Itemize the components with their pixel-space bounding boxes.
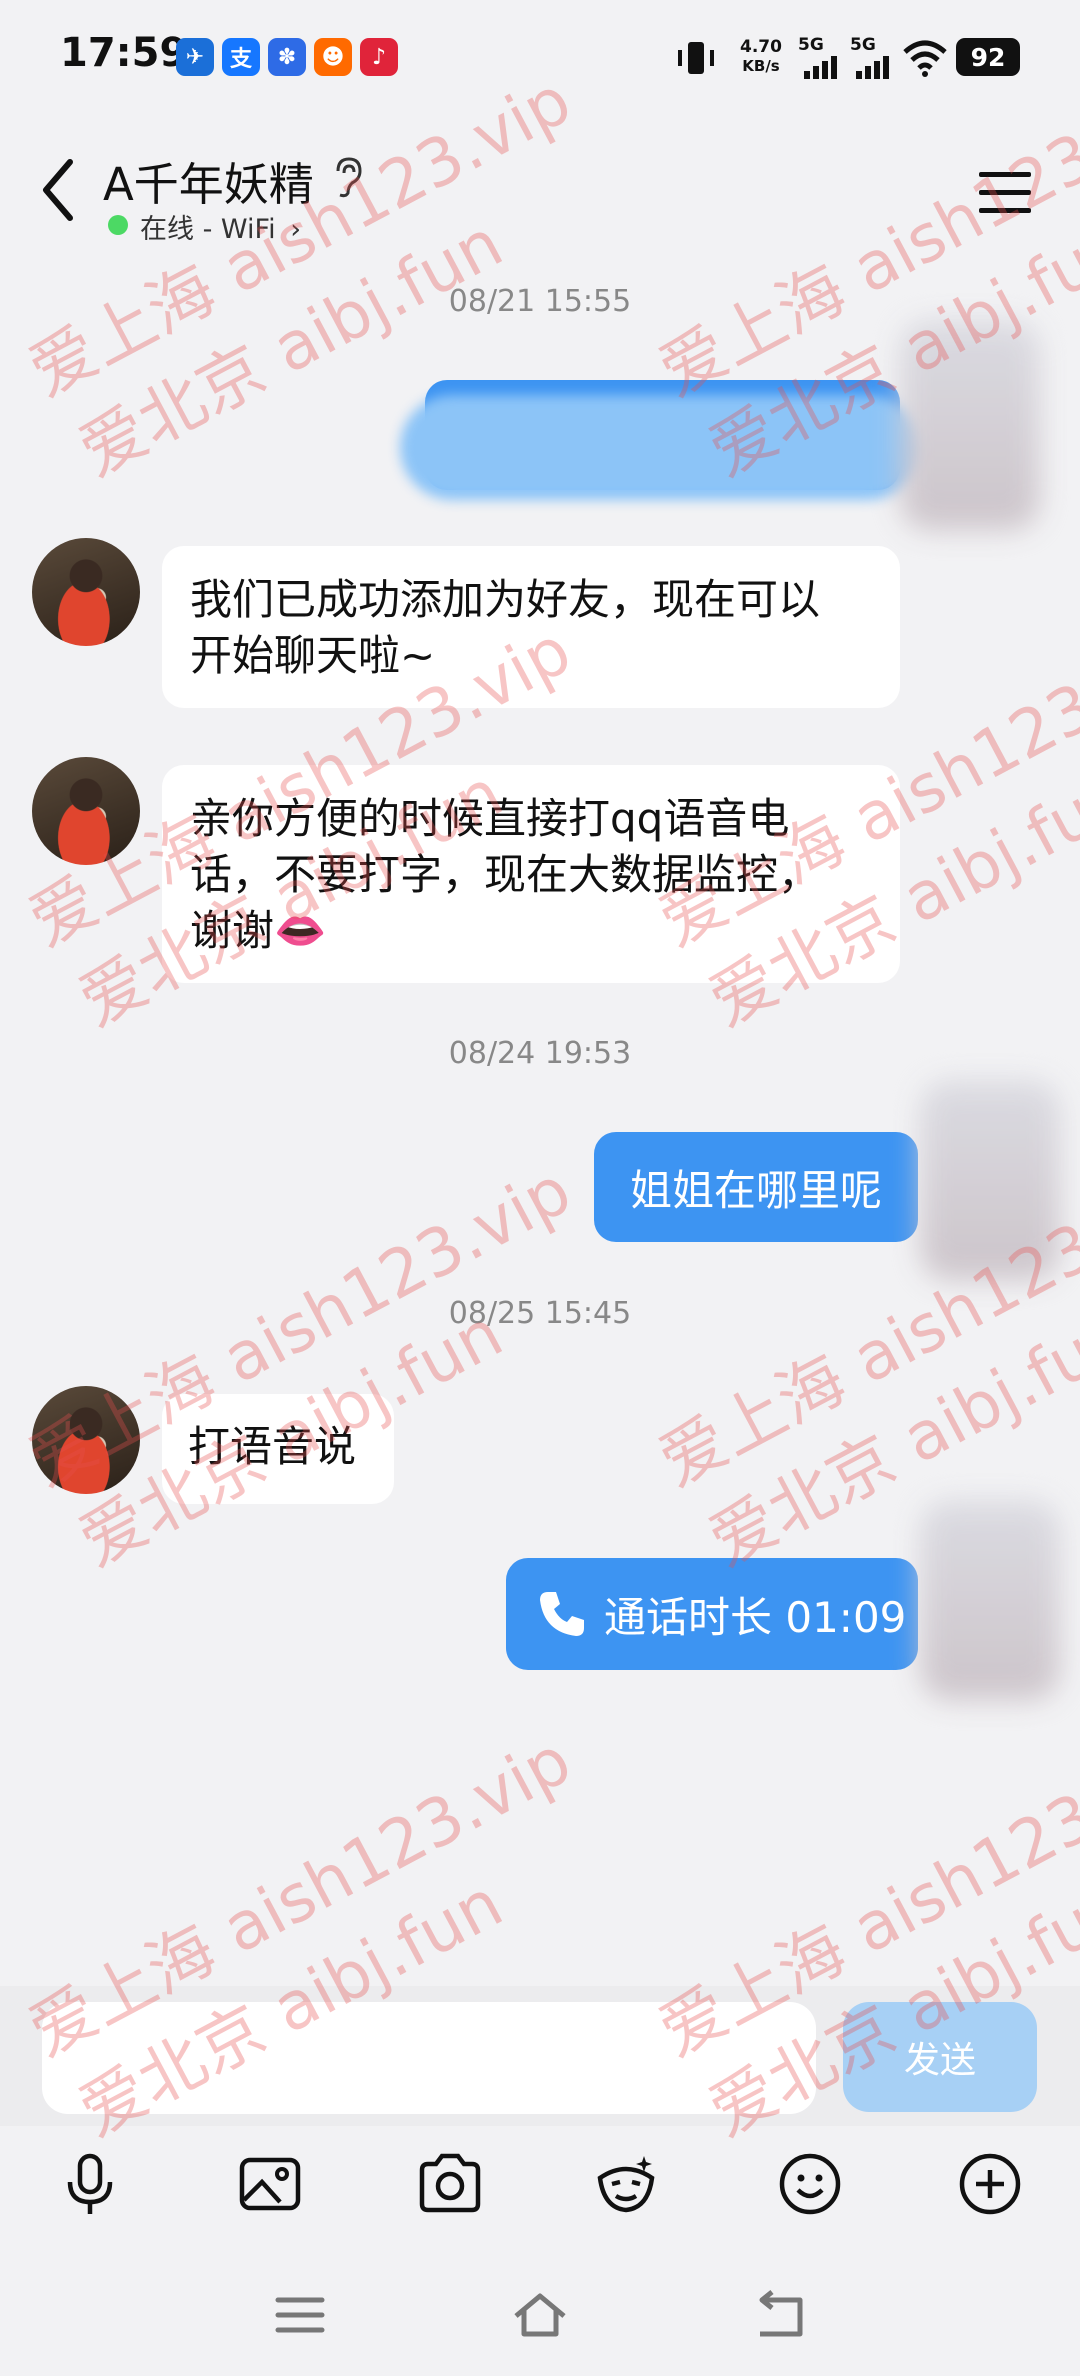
menu-icon[interactable] (975, 168, 1035, 218)
emoji-icon[interactable] (776, 2150, 844, 2218)
message-bubble-left[interactable]: 亲你方便的时候直接打qq语音电 话，不要打字，现在大数据监控， 谢谢👄 (162, 765, 900, 983)
call-record-bubble[interactable]: 通话时长 01:09 (506, 1558, 918, 1670)
message-bubble-left[interactable]: 我们已成功添加为好友，现在可以 开始聊天啦~ (162, 546, 900, 708)
redaction-overlay (400, 395, 920, 500)
signal-sim2: 5G (850, 36, 898, 80)
ear-icon[interactable] (330, 155, 364, 199)
mic-icon[interactable] (56, 2150, 124, 2218)
message-input[interactable] (42, 2002, 816, 2114)
wifi-icon (903, 40, 947, 77)
battery-indicator: 92 (956, 38, 1020, 76)
contact-avatar[interactable] (32, 757, 140, 865)
message-text-line: 打语音说 (188, 1422, 357, 1471)
signal-sim1: 5G (798, 36, 846, 80)
message-text-line: 我们已成功添加为好友，现在可以 (190, 575, 821, 624)
sim2-label: 5G (850, 35, 876, 55)
message-text-line: 话，不要打字，现在大数据监控， (190, 850, 821, 899)
message-bubble-left[interactable]: 打语音说 (162, 1394, 394, 1504)
message-text-line: 谢谢👄 (190, 906, 327, 955)
phone-icon (540, 1592, 584, 1636)
send-button[interactable]: 发送 (843, 2002, 1037, 2112)
image-icon[interactable] (236, 2150, 304, 2218)
self-avatar-blurred[interactable] (920, 1500, 1060, 1700)
self-avatar-blurred[interactable] (920, 1080, 1060, 1280)
contact-avatar[interactable] (32, 1386, 140, 1494)
vibrate-icon (678, 42, 714, 74)
taobao-icon: ☻ (314, 38, 352, 76)
online-status[interactable]: 在线 - WiFi › (140, 207, 301, 246)
self-avatar-blurred[interactable] (900, 320, 1040, 530)
online-status-dot (108, 215, 128, 235)
sim1-label: 5G (798, 35, 824, 55)
alipay-icon: 支 (222, 38, 260, 76)
call-duration-text: 通话时长 01:09 (604, 1592, 907, 1642)
status-time: 17:59 (60, 30, 188, 76)
sticker-icon[interactable] (592, 2150, 660, 2218)
net-speed: 4.70 (740, 37, 782, 57)
message-text-line: 亲你方便的时候直接打qq语音电 (190, 794, 790, 843)
back-arrow-icon[interactable] (34, 150, 94, 230)
camera-icon[interactable] (416, 2150, 484, 2218)
chevron-right-icon: › (290, 214, 301, 245)
xiaohongshu-icon: ♪ (360, 38, 398, 76)
plus-icon[interactable] (956, 2150, 1024, 2218)
back-nav-icon[interactable] (750, 2290, 810, 2340)
home-icon[interactable] (510, 2290, 570, 2340)
baidu-icon: ✽ (268, 38, 306, 76)
net-speed-unit: KB/s (742, 57, 780, 75)
timestamp: 08/25 15:45 (448, 1296, 632, 1331)
contact-avatar[interactable] (32, 538, 140, 646)
timestamp: 08/24 19:53 (448, 1036, 632, 1071)
chat-title[interactable]: A千年妖精 (103, 148, 314, 213)
message-bubble-right[interactable]: 姐姐在哪里呢 (594, 1132, 918, 1242)
recent-apps-icon[interactable] (270, 2290, 330, 2340)
online-status-text: 在线 - WiFi (140, 214, 276, 245)
message-text: 姐姐在哪里呢 (629, 1165, 882, 1215)
message-text-line: 开始聊天啦~ (190, 631, 436, 680)
timestamp: 08/21 15:55 (448, 284, 632, 319)
feishu-icon: ✈ (176, 38, 214, 76)
